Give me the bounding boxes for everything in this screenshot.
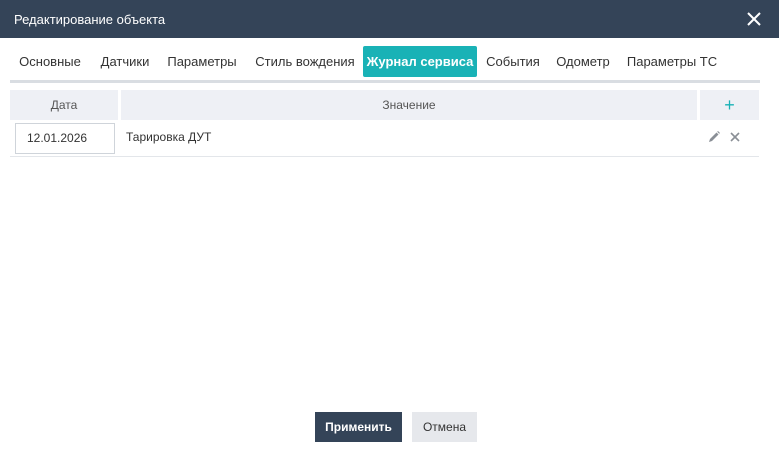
dialog-titlebar: Редактирование объекта bbox=[0, 0, 779, 38]
delete-icon[interactable] bbox=[728, 130, 742, 144]
tab-odometer[interactable]: Одометр bbox=[552, 46, 614, 77]
column-header-date: Дата bbox=[10, 90, 118, 120]
apply-button[interactable]: Применить bbox=[315, 412, 402, 442]
tab-bar: Основные Датчики Параметры Стиль вождени… bbox=[10, 46, 770, 78]
cancel-button[interactable]: Отмена bbox=[412, 412, 477, 442]
edit-object-dialog: Редактирование объекта Основные Датчики … bbox=[0, 0, 779, 453]
dialog-title: Редактирование объекта bbox=[14, 12, 166, 27]
tab-driving-style[interactable]: Стиль вождения bbox=[250, 46, 360, 77]
tab-sensors[interactable]: Датчики bbox=[92, 46, 158, 77]
close-icon[interactable] bbox=[742, 7, 766, 31]
tab-divider bbox=[10, 80, 760, 83]
row-value: Тарировка ДУТ bbox=[126, 130, 212, 144]
tab-events[interactable]: События bbox=[482, 46, 544, 77]
table-row: 12.01.2026 Тарировка ДУТ bbox=[10, 121, 759, 157]
date-field[interactable]: 12.01.2026 bbox=[15, 123, 115, 154]
tab-vehicle-parameters[interactable]: Параметры ТС bbox=[624, 46, 720, 77]
tab-parameters[interactable]: Параметры bbox=[162, 46, 242, 77]
tab-main[interactable]: Основные bbox=[10, 46, 90, 77]
add-record-button[interactable]: + bbox=[700, 90, 759, 120]
tab-service-log[interactable]: Журнал сервиса bbox=[363, 46, 477, 77]
column-header-value: Значение bbox=[121, 90, 697, 120]
pencil-icon[interactable] bbox=[707, 130, 721, 144]
